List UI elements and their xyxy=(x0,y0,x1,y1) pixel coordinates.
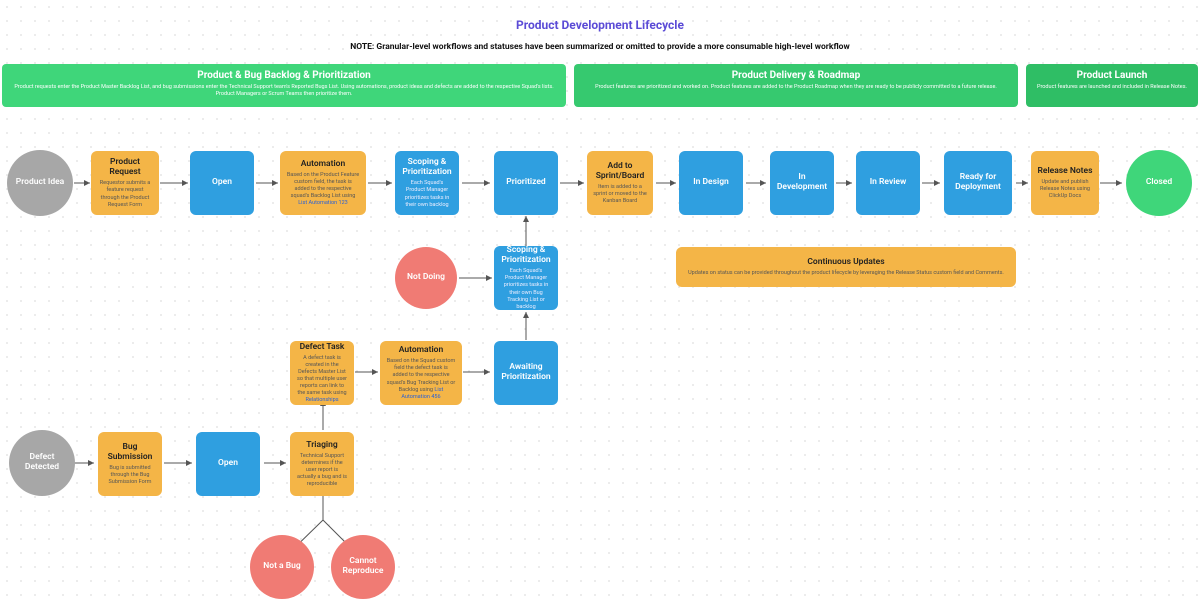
diagram-canvas: Product Idea Product RequestRequestor su… xyxy=(0,0,1200,603)
arrows-layer xyxy=(0,0,1200,603)
node-in-review: In Review xyxy=(856,151,920,215)
node-defect-detected: Defect Detected xyxy=(9,430,75,496)
node-cannot-reproduce: Cannot Reproduce xyxy=(331,535,395,599)
node-open-1: Open xyxy=(190,151,254,215)
node-awaiting-prioritization: Awaiting Prioritization xyxy=(494,341,558,405)
node-not-doing: Not Doing xyxy=(395,247,457,309)
node-in-design: In Design xyxy=(679,151,743,215)
node-add-to-sprint: Add to Sprint/BoardItem is added to a sp… xyxy=(587,151,653,215)
node-in-development: In Development xyxy=(770,151,834,215)
node-bug-submission: Bug SubmissionBug is submitted through t… xyxy=(98,432,162,496)
node-continuous-updates: Continuous UpdatesUpdates on status can … xyxy=(676,247,1016,287)
node-automation-1: AutomationBased on the Product Feature c… xyxy=(280,151,366,215)
node-open-2: Open xyxy=(196,432,260,496)
node-prioritized: Prioritized xyxy=(494,151,558,215)
node-product-idea: Product Idea xyxy=(7,150,73,216)
node-product-request: Product RequestRequestor submits a featu… xyxy=(91,151,159,215)
node-release-notes: Release NotesUpdate and publish Release … xyxy=(1031,151,1099,215)
node-not-a-bug: Not a Bug xyxy=(250,535,314,599)
node-automation-2: AutomationBased on the Squad custom fiel… xyxy=(380,341,462,405)
node-scoping-1: Scoping & PrioritizationEach Squad's Pro… xyxy=(395,151,459,215)
node-ready-for-deployment: Ready for Deployment xyxy=(944,151,1012,215)
node-defect-task: Defect TaskA defect task is created in t… xyxy=(290,341,354,405)
node-triaging: TriagingTechnical Support determines if … xyxy=(290,432,354,496)
node-scoping-2: Scoping & PrioritizationEach Squad's Pro… xyxy=(494,246,558,310)
node-closed: Closed xyxy=(1126,150,1192,216)
